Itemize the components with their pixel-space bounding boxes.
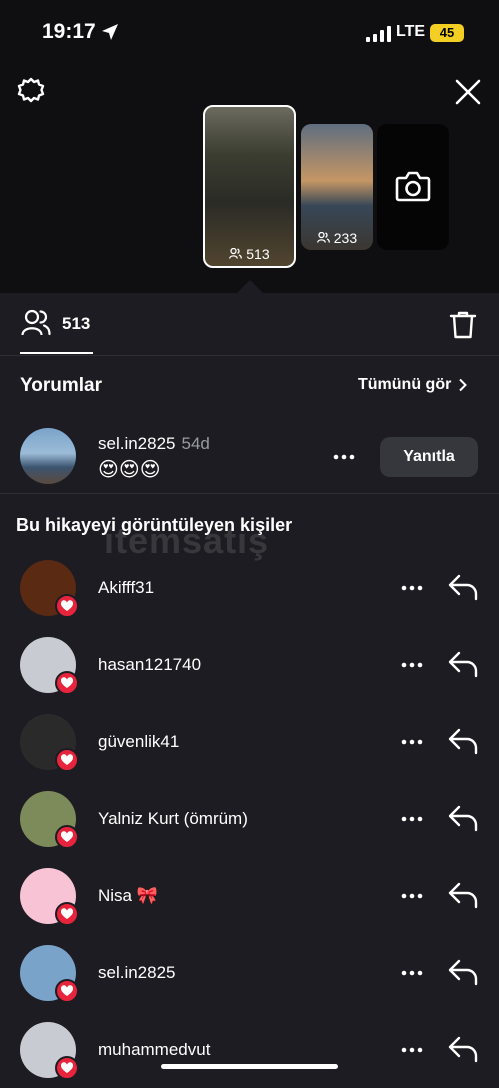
reply-arrow-icon[interactable]	[447, 573, 479, 601]
more-options-icon[interactable]	[401, 815, 423, 823]
story-thumbnail[interactable]: 233	[301, 124, 373, 250]
active-tab-indicator	[20, 352, 93, 354]
comment-username[interactable]: sel.in2825	[98, 434, 176, 453]
location-arrow-icon	[102, 24, 118, 40]
selection-pointer	[236, 280, 264, 294]
comment-avatar[interactable]	[20, 428, 76, 484]
viewer-row[interactable]: Yalniz Kurt (ömrüm)	[0, 781, 499, 857]
reply-button[interactable]: Yanıtla	[380, 437, 478, 477]
heart-like-icon	[55, 1056, 79, 1080]
reply-arrow-icon[interactable]	[447, 881, 479, 909]
more-options-icon[interactable]	[401, 661, 423, 669]
comment-text: 😍😍😍	[98, 459, 161, 481]
reply-arrow-icon[interactable]	[447, 958, 479, 986]
story-views-count: 233	[333, 230, 358, 246]
reply-arrow-icon[interactable]	[447, 1035, 479, 1063]
comment-username-line: sel.in2825 54d	[98, 434, 210, 454]
more-options-icon[interactable]	[333, 446, 355, 468]
heart-like-icon	[55, 748, 79, 772]
more-options-icon[interactable]	[401, 584, 423, 592]
trash-icon[interactable]	[449, 310, 477, 340]
more-options-icon[interactable]	[401, 738, 423, 746]
heart-like-icon	[55, 671, 79, 695]
heart-like-icon	[55, 825, 79, 849]
chevron-right-icon	[459, 378, 467, 391]
story-views-badge: 233	[301, 230, 373, 246]
reply-arrow-icon[interactable]	[447, 727, 479, 755]
close-icon[interactable]	[454, 78, 482, 106]
comment-age: 54d	[181, 434, 210, 453]
reply-arrow-icon[interactable]	[447, 804, 479, 832]
section-divider	[0, 493, 499, 494]
viewer-row[interactable]: Nisa 🎀	[0, 858, 499, 934]
see-all-link[interactable]: Tümünü gör	[358, 376, 468, 394]
reply-arrow-icon[interactable]	[447, 650, 479, 678]
people-icon	[229, 247, 243, 259]
status-bar: 19:17 LTE 45	[0, 0, 499, 66]
see-all-label: Tümünü gör	[358, 376, 452, 393]
heart-like-icon	[55, 594, 79, 618]
story-views-badge: 513	[205, 246, 294, 262]
viewer-row[interactable]: muhammedvut	[0, 1012, 499, 1088]
viewer-row[interactable]: hasan121740	[0, 627, 499, 703]
home-indicator	[161, 1064, 338, 1069]
status-time: 19:17	[42, 20, 96, 43]
viewer-username[interactable]: Akifff31	[98, 578, 154, 598]
viewer-username[interactable]: hasan121740	[98, 655, 201, 675]
viewer-username[interactable]: muhammedvut	[98, 1040, 210, 1060]
heart-like-icon	[55, 902, 79, 926]
viewer-row[interactable]: güvenlik41	[0, 704, 499, 780]
viewer-username[interactable]: sel.in2825	[98, 963, 176, 983]
people-icon	[316, 231, 330, 243]
more-options-icon[interactable]	[401, 969, 423, 977]
story-views-count: 513	[246, 246, 270, 262]
signal-icon	[366, 26, 391, 42]
comments-title: Yorumlar	[20, 375, 103, 396]
more-options-icon[interactable]	[401, 1046, 423, 1054]
network-label: LTE	[396, 23, 426, 40]
viewers-count: 513	[62, 314, 91, 333]
add-story-camera-button[interactable]	[377, 124, 449, 250]
viewer-row[interactable]: sel.in2825	[0, 935, 499, 1011]
heart-like-icon	[55, 979, 79, 1003]
battery-indicator: 45	[430, 24, 464, 42]
story-thumbnail-selected[interactable]: 513	[203, 105, 296, 268]
more-options-icon[interactable]	[401, 892, 423, 900]
viewer-row[interactable]: Akifff31	[0, 550, 499, 626]
viewer-username[interactable]: Nisa 🎀	[98, 886, 158, 906]
viewer-username[interactable]: Yalniz Kurt (ömrüm)	[98, 809, 248, 829]
viewer-username[interactable]: güvenlik41	[98, 732, 179, 752]
viewers-icon[interactable]	[21, 309, 51, 337]
settings-gear-icon[interactable]	[16, 76, 46, 106]
camera-icon	[395, 171, 431, 202]
